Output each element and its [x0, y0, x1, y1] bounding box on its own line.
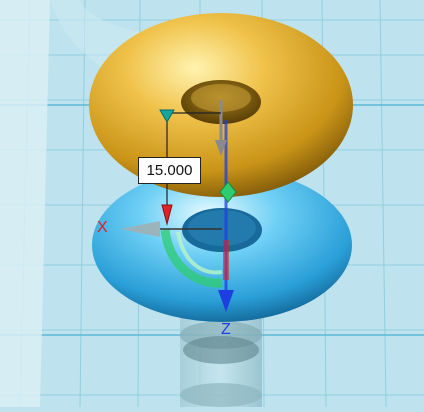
z-axis-label: Z	[221, 321, 231, 338]
scene-canvas[interactable]	[0, 0, 424, 408]
x-axis-label: X	[97, 219, 108, 236]
dimension-value-input[interactable]: 15.000	[138, 157, 201, 184]
3d-viewport[interactable]: 15.000 X Z	[0, 0, 424, 408]
